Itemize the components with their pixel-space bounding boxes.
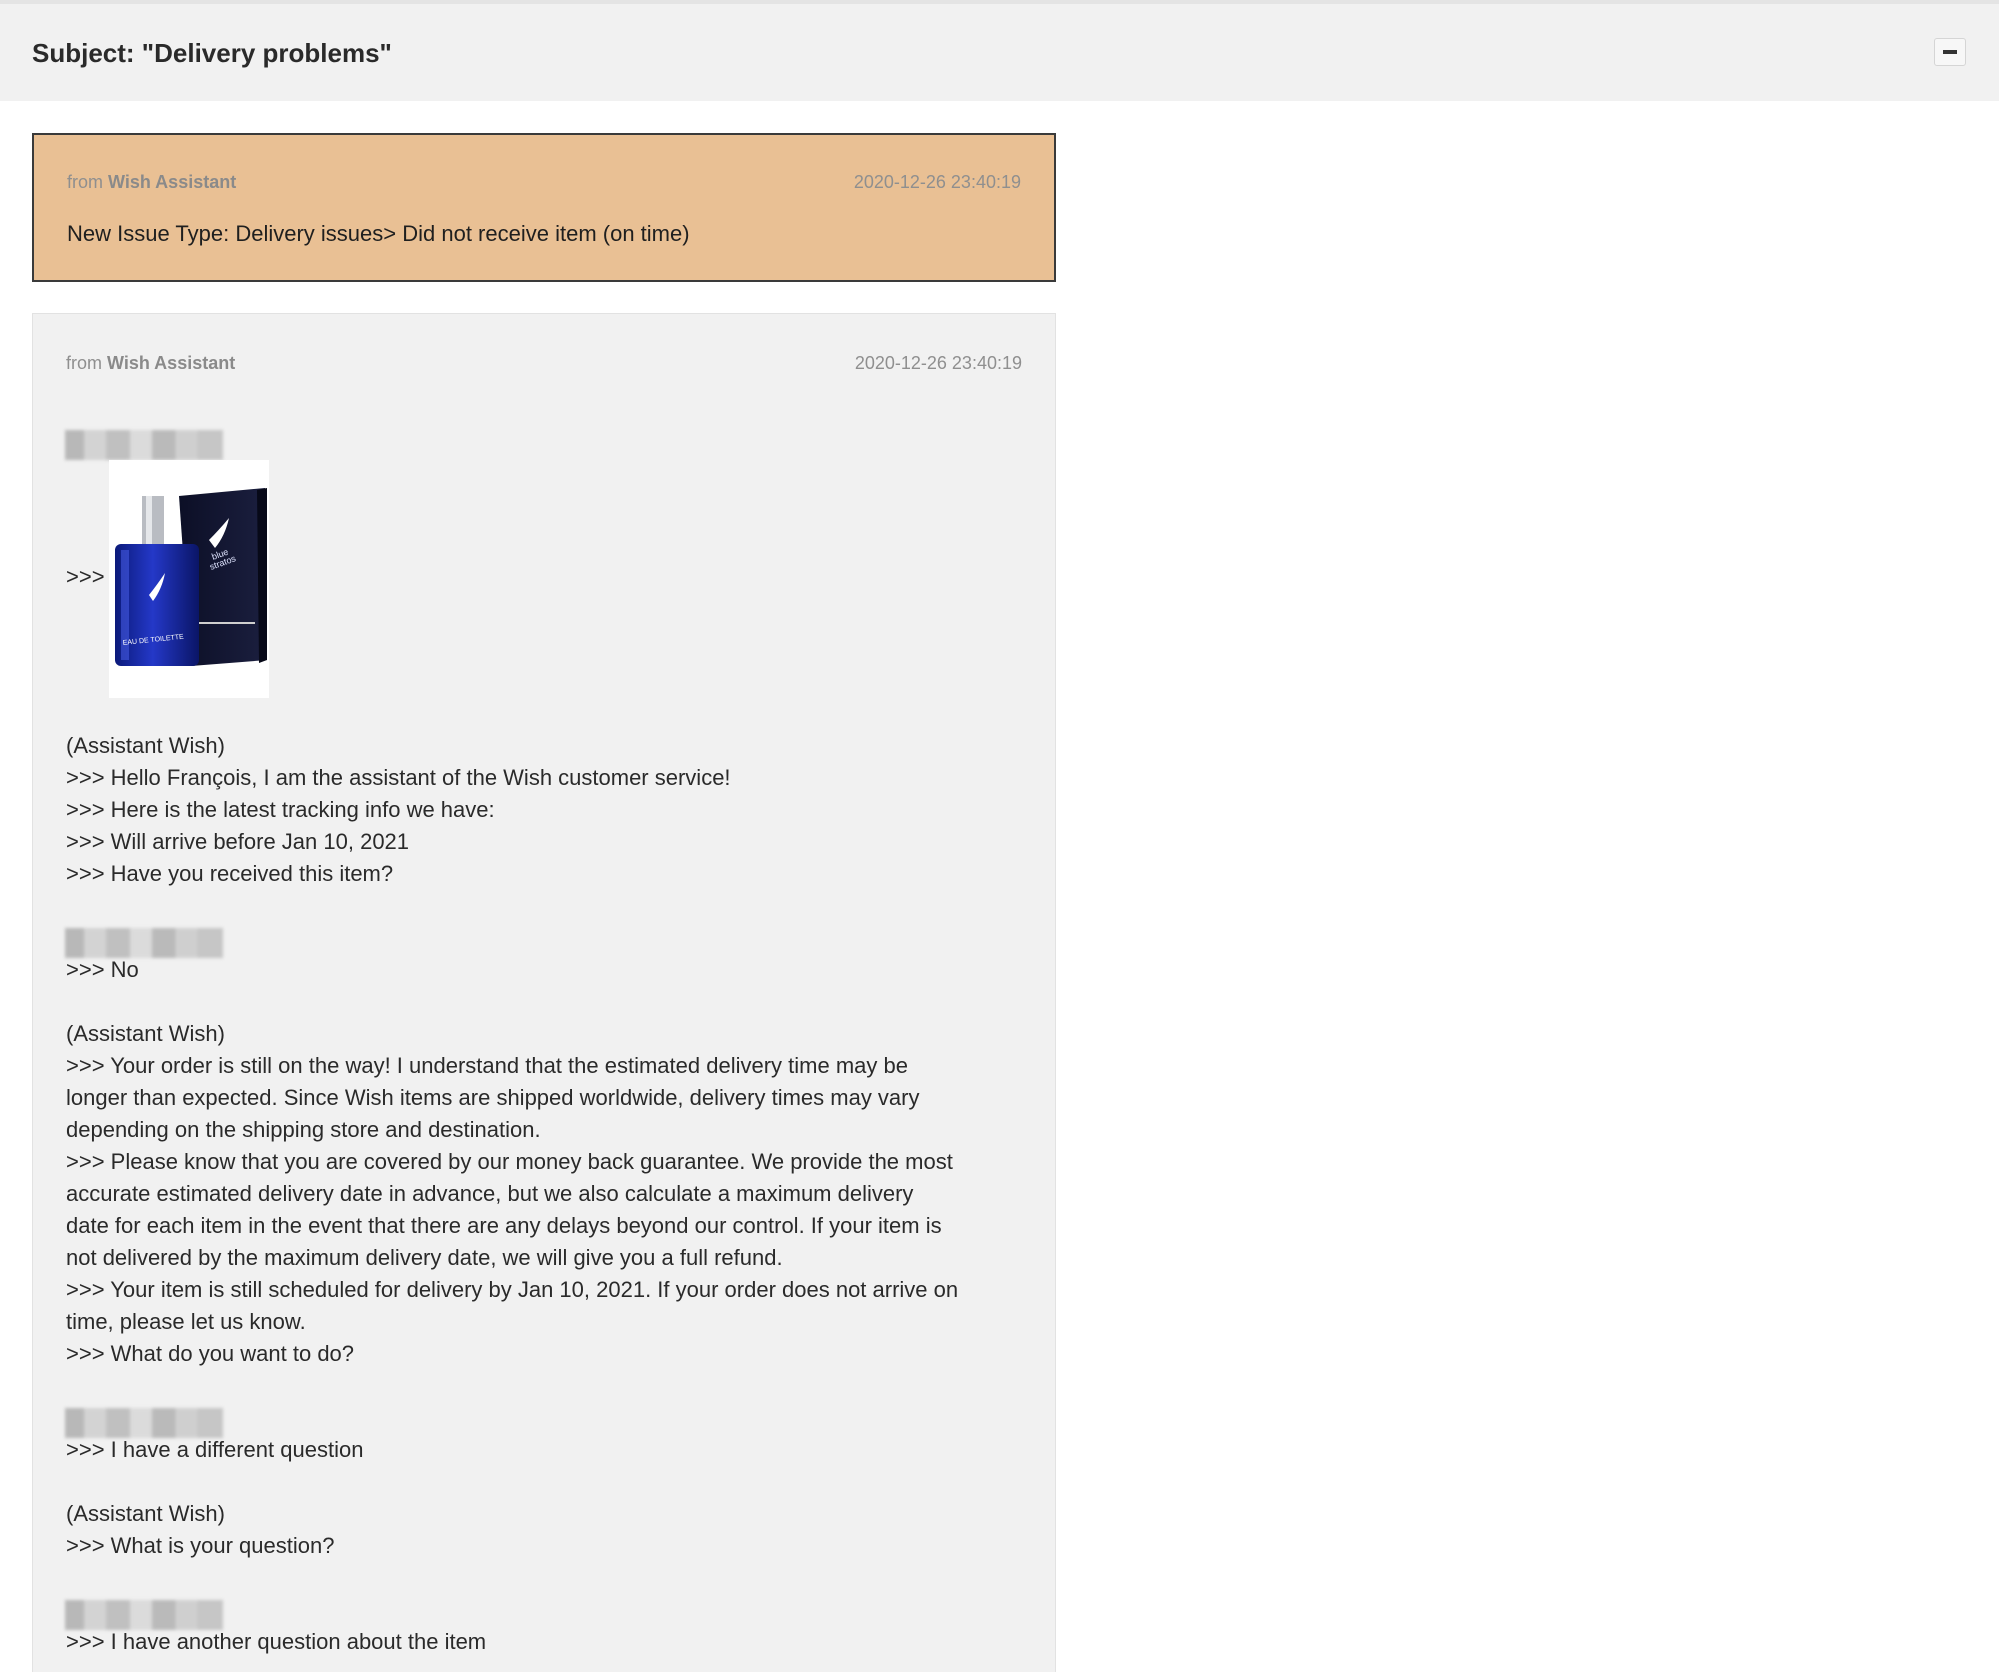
redacted-user-name: [65, 430, 223, 460]
chat-line: >>> Hello François, I am the assistant o…: [66, 765, 731, 790]
message-meta: from Wish Assistant 2020-12-26 23:40:19: [67, 172, 1021, 193]
chat-line: >>> What do you want to do?: [66, 1341, 355, 1366]
conversation-subject: Subject: "Delivery problems": [32, 38, 392, 68]
image-prefix: >>>: [66, 564, 105, 589]
chat-line: time, please let us know.: [66, 1309, 306, 1334]
chat-line: >>> Your item is still scheduled for del…: [66, 1277, 959, 1302]
minus-icon: [1943, 50, 1957, 54]
message-sender: Wish Assistant: [107, 353, 236, 373]
chat-line: >>> Here is the latest tracking info we …: [66, 797, 495, 822]
conversation-header: Subject: "Delivery problems": [0, 4, 1999, 101]
chat-line: not delivered by the maximum delivery da…: [66, 1245, 783, 1270]
chat-line: >>> Have you received this item?: [66, 861, 394, 886]
message-timestamp: 2020-12-26 23:40:19: [854, 353, 1022, 373]
message-sender: Wish Assistant: [108, 172, 237, 192]
chat-line: longer than expected. Since Wish items a…: [66, 1085, 920, 1110]
chat-line: (Assistant Wish): [66, 1501, 225, 1526]
message-timestamp: 2020-12-26 23:40:19: [853, 172, 1021, 192]
from-label: from: [66, 353, 102, 373]
chat-line: >>> Will arrive before Jan 10, 2021: [66, 829, 410, 854]
message-body: New Issue Type: Delivery issues> Did not…: [67, 221, 690, 246]
chat-line: >>> I have a different question: [66, 1437, 364, 1462]
collapse-button[interactable]: [1934, 38, 1966, 66]
chat-line: >>> I have another question about the it…: [66, 1629, 487, 1654]
chat-line: (Assistant Wish): [66, 1021, 225, 1046]
from-label: from: [67, 172, 103, 192]
chat-line: >>> Please know that you are covered by …: [66, 1149, 953, 1174]
chat-line: >>> No: [66, 957, 139, 982]
chat-line: accurate estimated delivery date in adva…: [66, 1181, 914, 1206]
chat-line: >>> What is your question?: [66, 1533, 335, 1558]
chat-line: date for each item in the event that the…: [66, 1213, 942, 1238]
chat-line: >>> Your order is still on the way! I un…: [66, 1053, 908, 1078]
perfume-bottle-image: blue stratos EAU DE TOILETTE: [109, 460, 269, 698]
message-meta: from Wish Assistant 2020-12-26 23:40:19: [66, 353, 1022, 374]
chat-line: (Assistant Wish): [66, 733, 225, 758]
chat-line: depending on the shipping store and dest…: [66, 1117, 541, 1142]
message-transcript: from Wish Assistant 2020-12-26 23:40:19 …: [32, 313, 1056, 1672]
message-issue-type: from Wish Assistant 2020-12-26 23:40:19 …: [32, 133, 1056, 282]
